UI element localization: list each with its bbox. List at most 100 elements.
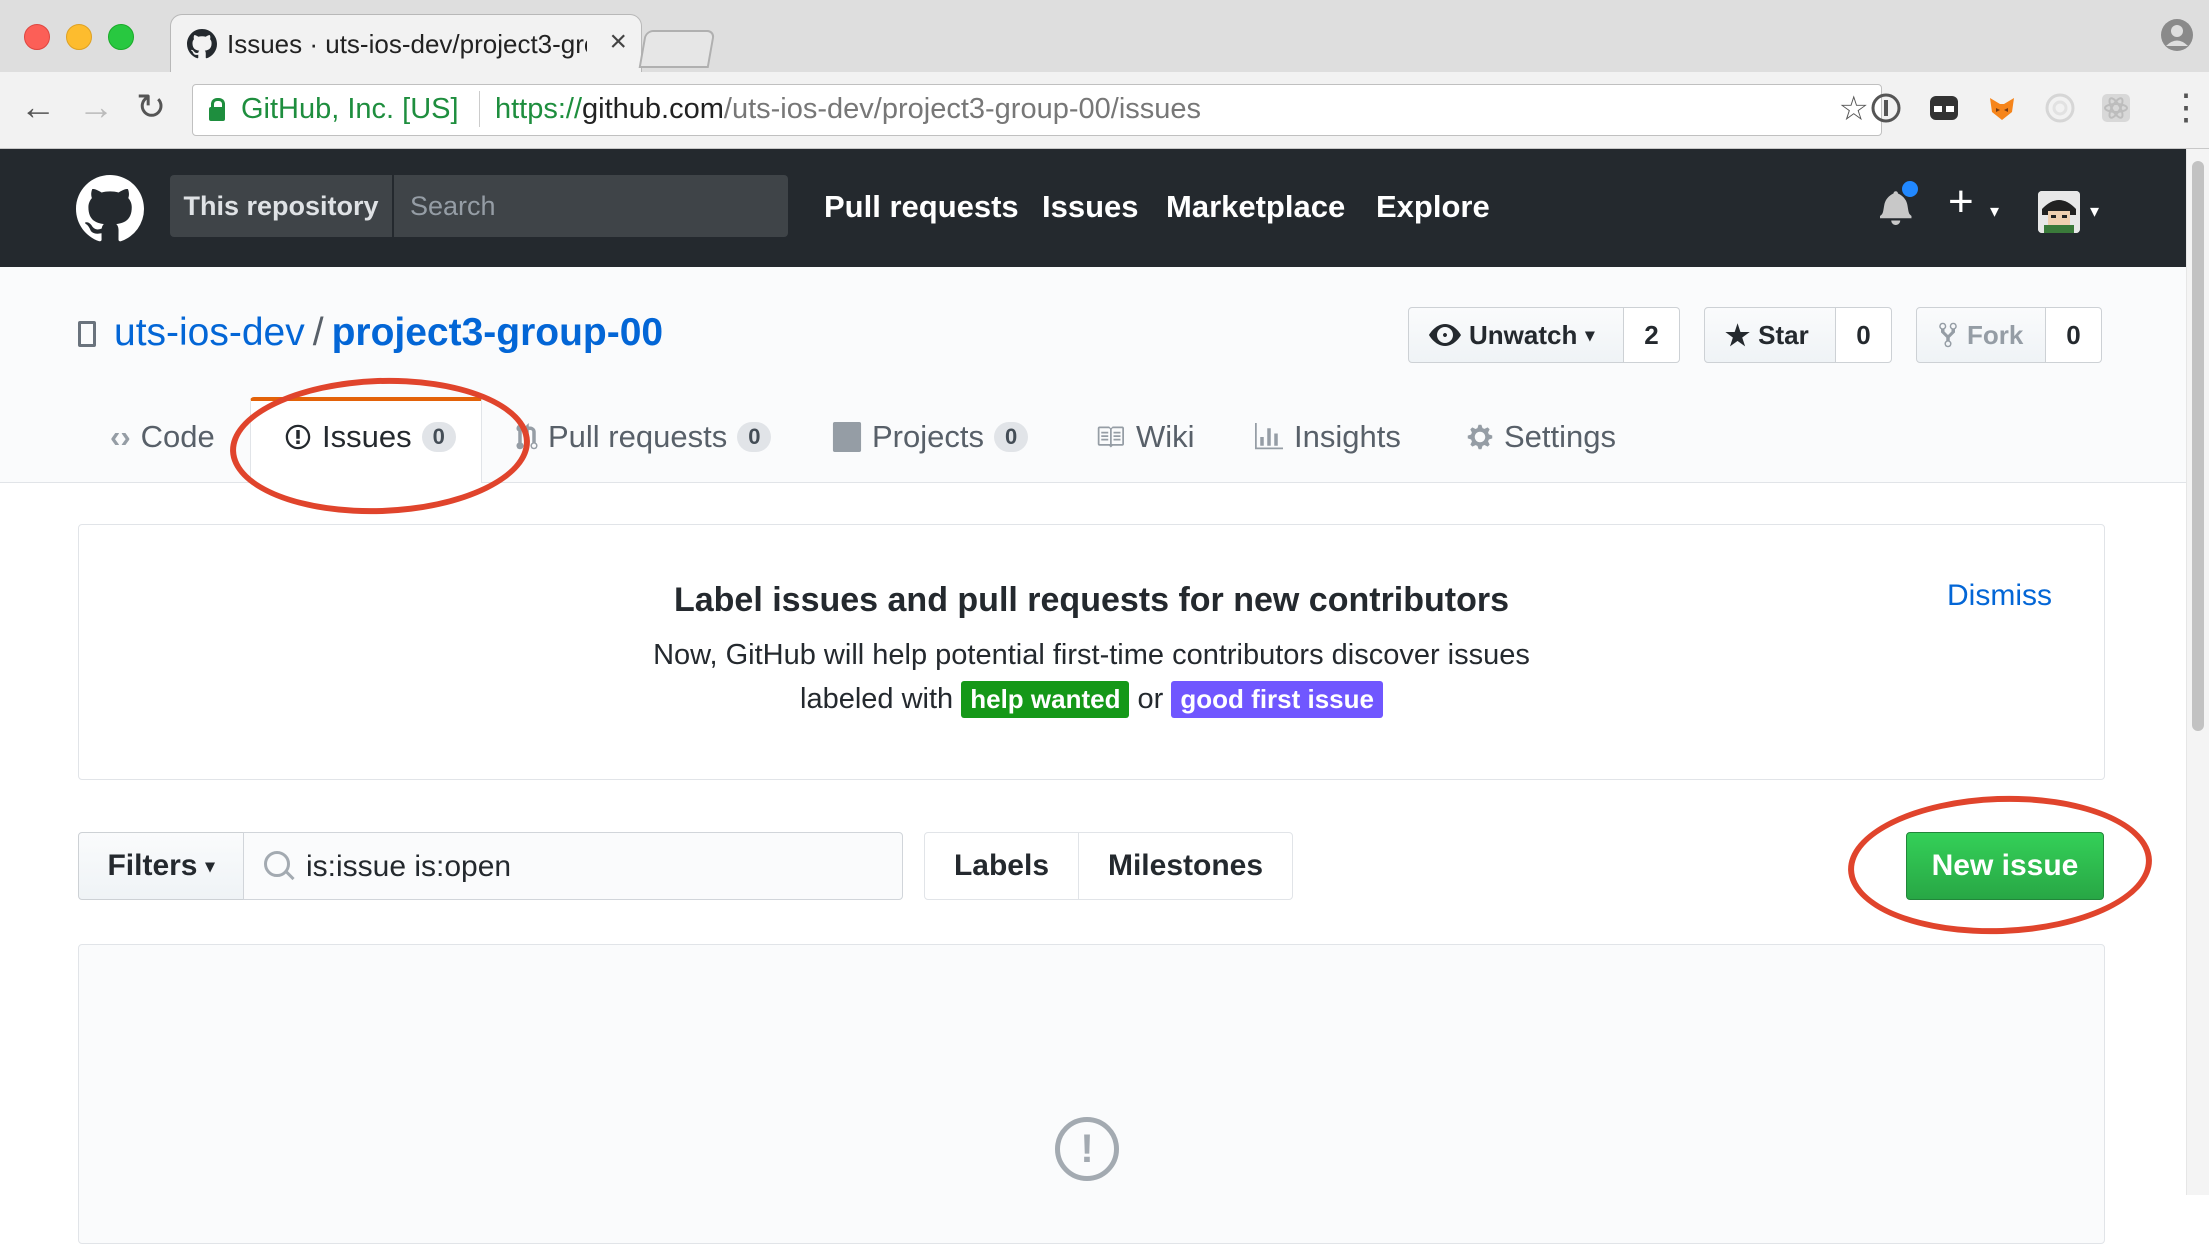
password-manager-icon[interactable] bbox=[1870, 92, 1902, 124]
nav-marketplace[interactable]: Marketplace bbox=[1166, 189, 1345, 225]
fork-label: Fork bbox=[1967, 319, 2024, 350]
banner-labeled-with-text: labeled with bbox=[800, 683, 954, 715]
page-scrollbar[interactable] bbox=[2186, 149, 2209, 1195]
avatar-image-icon bbox=[2038, 191, 2080, 233]
fork-button[interactable]: Fork bbox=[1916, 307, 2046, 363]
tab-insights-label: Insights bbox=[1294, 419, 1401, 454]
new-contributors-banner: Label issues and pull requests for new c… bbox=[78, 524, 2105, 780]
tab-projects-counter: 0 bbox=[993, 422, 1029, 452]
browser-tab[interactable]: Issues · uts-ios-dev/project3-group-00 × bbox=[170, 14, 642, 73]
browser-toolbar: ← → ↻ GitHub, Inc. [US] https://github.c… bbox=[0, 72, 2209, 149]
url-host: github.com bbox=[582, 93, 724, 125]
issue-search-input[interactable] bbox=[304, 833, 888, 901]
milestones-button[interactable]: Milestones bbox=[1078, 832, 1293, 900]
tab-pull-requests-counter: 0 bbox=[737, 422, 772, 452]
zoom-window-button[interactable] bbox=[108, 24, 134, 50]
tab-projects-label: Projects bbox=[872, 419, 984, 454]
watch-button-group: Unwatch ▾ 2 bbox=[1408, 307, 1680, 363]
extension-react-icon[interactable] bbox=[2100, 92, 2132, 124]
filters-dropdown-button[interactable]: Filters ▾ bbox=[78, 832, 244, 900]
dismiss-banner-link[interactable]: Dismiss bbox=[1947, 579, 2052, 613]
github-header: This repository Pull requests Issues Mar… bbox=[0, 149, 2186, 267]
watchers-count[interactable]: 2 bbox=[1624, 307, 1680, 363]
tab-pull-requests-label: Pull requests bbox=[548, 419, 728, 454]
tab-settings-label: Settings bbox=[1504, 419, 1617, 454]
search-scope-label: This repository bbox=[170, 175, 392, 237]
secure-origin-label: GitHub, Inc. [US] bbox=[241, 93, 459, 125]
notification-indicator bbox=[1900, 179, 1920, 199]
good-first-issue-label: good first issue bbox=[1171, 681, 1383, 718]
github-logo-icon[interactable] bbox=[76, 175, 144, 243]
code-icon: ‹› bbox=[110, 419, 131, 454]
annotation-circle-new-issue bbox=[1845, 790, 2155, 940]
url-protocol: https:// bbox=[495, 93, 583, 125]
url-path: /uts-ios-dev/project3-group-00/issues bbox=[723, 93, 1202, 125]
address-bar[interactable]: GitHub, Inc. [US] https://github.com/uts… bbox=[192, 84, 1882, 136]
new-tab-button[interactable] bbox=[638, 30, 716, 68]
book-icon bbox=[1097, 426, 1124, 448]
extension-mask-icon[interactable] bbox=[1928, 92, 1960, 124]
repo-path-separator: / bbox=[312, 311, 324, 354]
nav-pull-requests[interactable]: Pull requests bbox=[824, 189, 1019, 225]
forks-count[interactable]: 0 bbox=[2046, 307, 2102, 363]
issues-blankslate: ! bbox=[78, 944, 2105, 1244]
help-wanted-label: help wanted bbox=[961, 681, 1130, 718]
filters-caret-icon: ▾ bbox=[205, 855, 215, 876]
repo-name-link[interactable]: project3-group-00 bbox=[332, 311, 664, 354]
lock-icon bbox=[209, 98, 225, 121]
tab-code-label: Code bbox=[140, 419, 215, 454]
create-new-plus-icon[interactable]: + bbox=[1948, 177, 1974, 227]
stargazers-count[interactable]: 0 bbox=[1836, 307, 1892, 363]
star-label: Star bbox=[1758, 319, 1809, 350]
bookmark-star-icon[interactable]: ☆ bbox=[1839, 89, 1869, 129]
tab-pull-requests[interactable]: Pull requests 0 bbox=[516, 419, 772, 455]
fork-button-group: Fork 0 bbox=[1916, 307, 2102, 363]
browser-menu-icon[interactable]: ⋮ bbox=[2168, 86, 2204, 128]
user-menu-caret-icon[interactable]: ▾ bbox=[2090, 201, 2099, 222]
banner-description: Now, GitHub will help potential first-ti… bbox=[653, 639, 1530, 671]
tab-wiki-label: Wiki bbox=[1136, 419, 1195, 454]
scrollbar-thumb[interactable] bbox=[2192, 161, 2204, 731]
gear-icon bbox=[1467, 424, 1493, 450]
extension-spinner-icon[interactable] bbox=[2044, 92, 2076, 124]
tab-code[interactable]: ‹› Code bbox=[110, 419, 215, 455]
filters-label: Filters bbox=[107, 849, 198, 882]
header-search-input[interactable] bbox=[394, 175, 788, 237]
close-window-button[interactable] bbox=[24, 24, 50, 50]
search-icon bbox=[264, 851, 290, 877]
nav-explore[interactable]: Explore bbox=[1376, 189, 1490, 225]
repo-icon bbox=[78, 321, 96, 347]
back-icon[interactable]: ← bbox=[20, 86, 56, 128]
url-text[interactable]: https://github.com/uts-ios-dev/project3-… bbox=[495, 93, 1201, 126]
tab-projects[interactable]: Projects 0 bbox=[832, 419, 1029, 455]
issue-search-field bbox=[243, 832, 903, 901]
graph-icon bbox=[1255, 423, 1283, 450]
issue-opened-large-icon: ! bbox=[1055, 1117, 1119, 1181]
star-button[interactable]: ★ Star bbox=[1704, 307, 1836, 363]
profile-icon[interactable] bbox=[2160, 18, 2194, 52]
create-dropdown-caret-icon[interactable]: ▾ bbox=[1990, 201, 1999, 222]
project-board-icon bbox=[832, 422, 862, 452]
eye-icon bbox=[1429, 324, 1461, 346]
tab-close-icon[interactable]: × bbox=[609, 25, 627, 59]
banner-or-text: or bbox=[1137, 683, 1164, 715]
tab-wiki[interactable]: Wiki bbox=[1094, 419, 1195, 455]
tab-insights[interactable]: Insights bbox=[1254, 419, 1401, 455]
user-avatar[interactable] bbox=[2038, 191, 2080, 233]
tab-settings[interactable]: Settings bbox=[1466, 419, 1616, 455]
tab-title: Issues · uts-ios-dev/project3-group-00 bbox=[227, 29, 587, 59]
unwatch-button[interactable]: Unwatch ▾ bbox=[1408, 307, 1624, 363]
unwatch-caret-icon: ▾ bbox=[1585, 324, 1595, 345]
reload-icon[interactable]: ↻ bbox=[136, 86, 166, 128]
nav-issues[interactable]: Issues bbox=[1042, 189, 1139, 225]
minimize-window-button[interactable] bbox=[66, 24, 92, 50]
metamask-fox-icon[interactable] bbox=[1986, 92, 2018, 124]
labels-button[interactable]: Labels bbox=[924, 832, 1079, 900]
forward-icon[interactable]: → bbox=[78, 86, 114, 128]
banner-labels-line: labeled with help wanted or good first i… bbox=[79, 681, 2104, 718]
github-favicon-icon bbox=[187, 29, 217, 59]
repo-title: uts-ios-dev / project3-group-00 bbox=[114, 311, 663, 355]
fork-icon bbox=[1939, 322, 1957, 348]
banner-title: Label issues and pull requests for new c… bbox=[673, 581, 1510, 619]
repo-owner-link[interactable]: uts-ios-dev bbox=[114, 311, 305, 354]
